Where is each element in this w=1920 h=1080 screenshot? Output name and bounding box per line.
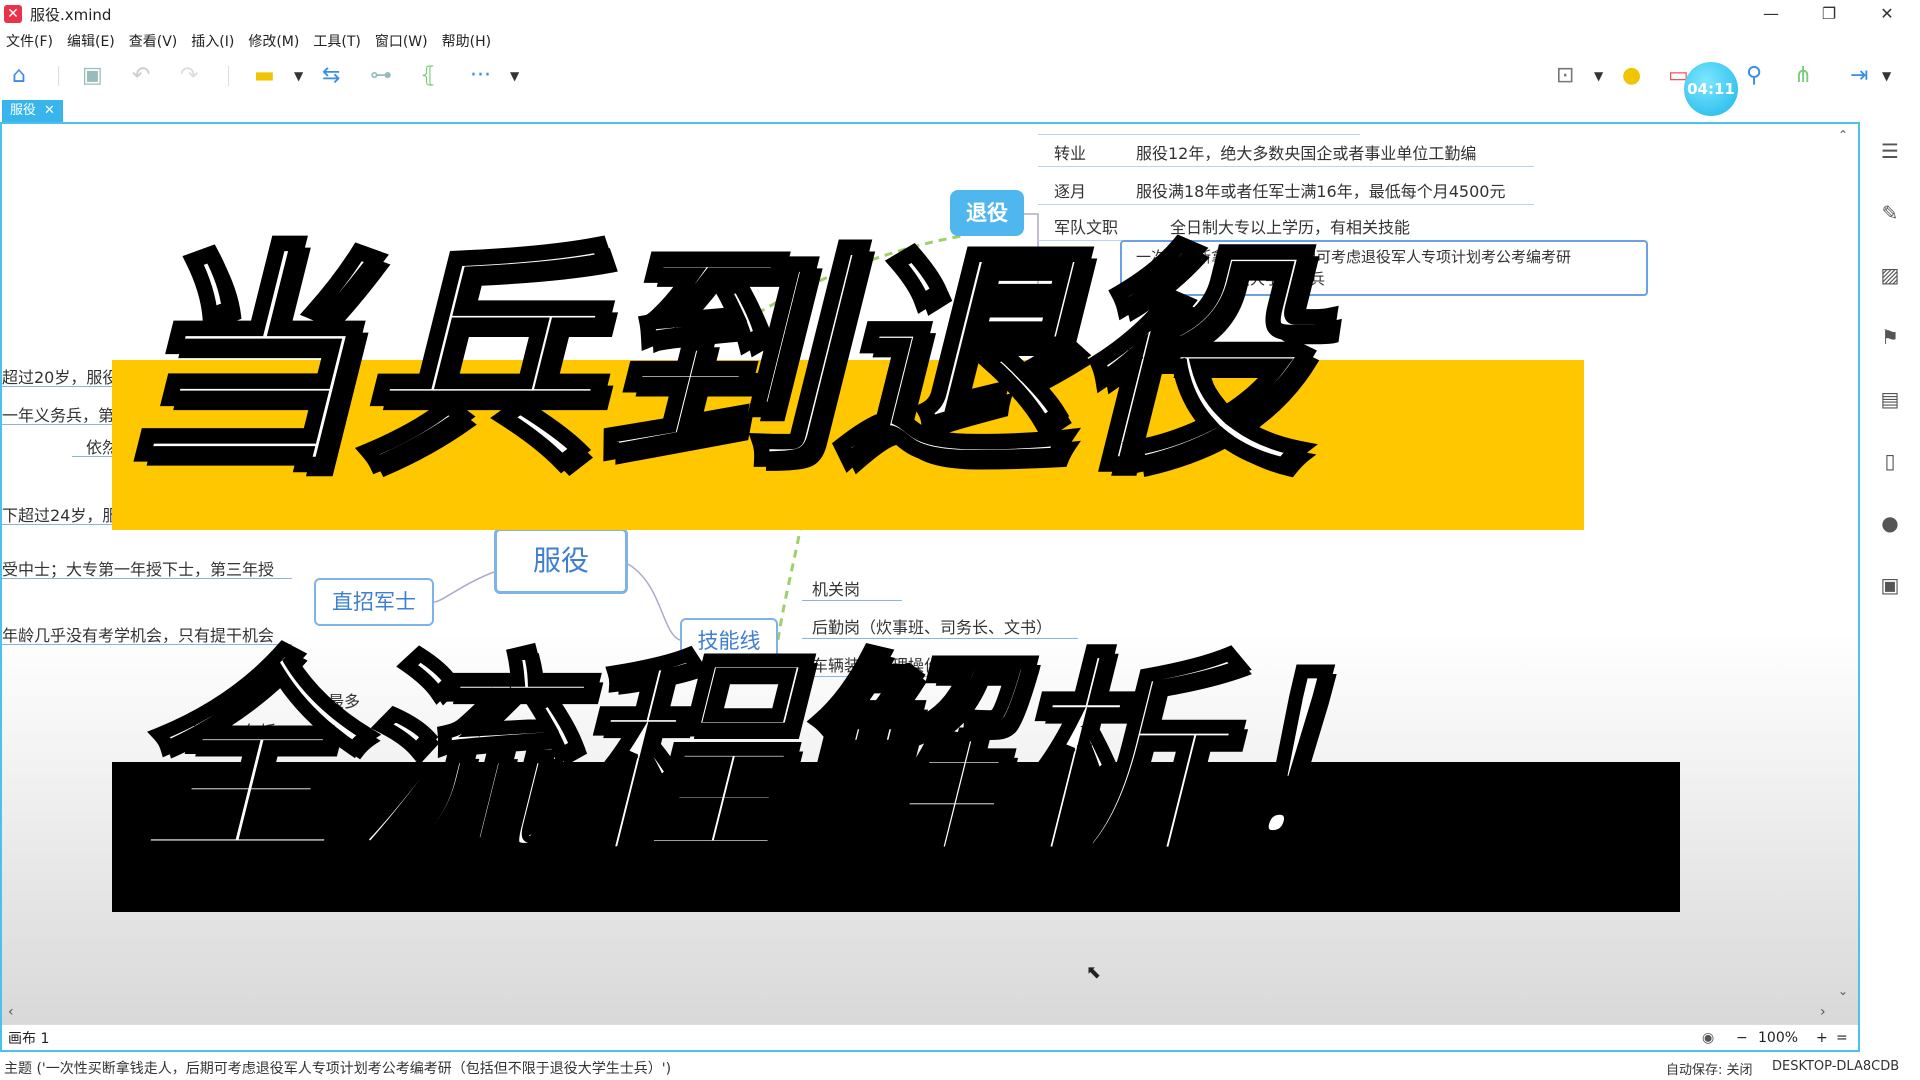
xmind-logo-icon: ✕ (4, 5, 22, 23)
eye-icon[interactable]: ◉ (1702, 1030, 1714, 1046)
outline-icon[interactable]: ☰ (1878, 140, 1902, 162)
menu-edit[interactable]: 编辑(E) (67, 31, 115, 51)
zoom-in-button[interactable]: + (1816, 1030, 1828, 1046)
chevron-down-icon[interactable]: ▼ (1594, 64, 1603, 88)
menu-modify[interactable]: 修改(M) (248, 31, 299, 51)
minimize-button[interactable]: — (1742, 0, 1800, 28)
topic-zhuyue-detail[interactable]: 服役满18年或者任军士满16年，最低每个月4500元 (1136, 178, 1505, 202)
export-icon[interactable]: ⇥ (1850, 64, 1868, 88)
save-icon[interactable]: ▣ (82, 64, 103, 88)
toolbar-divider (58, 66, 59, 86)
status-bar: 主题 ('一次性买断拿钱走人，后期可考虑退役军人专项计划考公考编考研（包括但不限… (0, 1054, 1920, 1080)
canvas-footer: 画布 1 ◉ − 100% + = (2, 1024, 1858, 1050)
presentation-icon[interactable]: ⊡ (1556, 64, 1574, 88)
marker-flag-icon[interactable]: ⚑ (1878, 326, 1902, 348)
scroll-up-icon[interactable]: ⌃ (1838, 128, 1848, 142)
menu-window[interactable]: 窗口(W) (375, 31, 428, 51)
restore-button[interactable]: ❐ (1800, 0, 1858, 28)
boundary-icon[interactable]: ⦃ (420, 64, 436, 88)
mouse-cursor-icon: ⬉ (1086, 962, 1102, 983)
headline-subtitle: 全流程解析！ (124, 632, 1441, 888)
close-button[interactable]: ✕ (1858, 0, 1916, 28)
relationship-icon[interactable]: ⇆ (322, 64, 340, 88)
chevron-down-icon[interactable]: ▼ (1882, 64, 1891, 88)
scroll-right-icon[interactable]: › (1820, 1004, 1826, 1020)
menu-insert[interactable]: 插入(I) (191, 31, 234, 51)
topic-zhizhao-junshi[interactable]: 直招军士 (314, 578, 434, 626)
tab-label: 服役 (10, 103, 37, 118)
undo-icon[interactable]: ↶ (132, 64, 150, 88)
tab-close-icon[interactable]: ✕ (44, 100, 55, 122)
tab-fuyi[interactable]: 服役 ✕ (2, 100, 63, 122)
topic-style-icon[interactable]: ▬ (254, 64, 275, 88)
lightbulb-icon[interactable]: ● (1622, 64, 1641, 88)
status-text: 主题 ('一次性买断拿钱走人，后期可考虑退役军人专项计划考公考编考研（包括但不限… (4, 1061, 672, 1077)
zoom-level: 100% (1758, 1029, 1799, 1046)
notes-icon[interactable]: ▯ (1878, 450, 1902, 472)
window-title: 服役.xmind (30, 5, 112, 24)
menu-bar: 文件(F) 编辑(E) 查看(V) 插入(I) 修改(M) 工具(T) 窗口(W… (0, 28, 1920, 54)
zoom-out-button[interactable]: − (1736, 1030, 1748, 1046)
scroll-left-icon[interactable]: ‹ (8, 1004, 14, 1020)
fit-button[interactable]: = (1836, 1030, 1848, 1046)
headline-title: 当兵到退役 (114, 222, 1314, 502)
topic-fragment[interactable]: 超过20岁，服役 (2, 364, 118, 388)
more-icon[interactable]: ··· (470, 64, 491, 88)
topic-zhuanye-detail[interactable]: 服役12年，绝大多数央国企或者事业单位工勤编 (1136, 140, 1476, 164)
chevron-down-icon[interactable]: ▼ (510, 64, 519, 88)
tab-strip: 服役 ✕ (0, 100, 1860, 122)
topic-zhuyue[interactable]: 逐月 (1054, 178, 1086, 202)
menu-file[interactable]: 文件(F) (6, 31, 53, 51)
scroll-down-icon[interactable]: ⌄ (1838, 984, 1848, 998)
search-icon[interactable]: ⚲ (1746, 64, 1762, 88)
home-icon[interactable]: ⌂ (12, 64, 26, 88)
share-icon[interactable]: ⋔ (1794, 64, 1812, 88)
menu-view[interactable]: 查看(V) (129, 31, 178, 51)
topic-fragment[interactable]: 受中士；大专第一年授下士，第三年授 (2, 556, 274, 580)
text-style-icon[interactable]: ▤ (1878, 388, 1902, 410)
redo-icon[interactable]: ↷ (180, 64, 198, 88)
menu-tools[interactable]: 工具(T) (313, 31, 360, 51)
topic-jiguangang[interactable]: 机关岗 (812, 576, 860, 600)
image-icon[interactable]: ▨ (1878, 264, 1902, 286)
central-topic[interactable]: 服役 (494, 528, 628, 594)
topic-zhuanye[interactable]: 转业 (1054, 140, 1086, 164)
chevron-down-icon[interactable]: ▼ (294, 64, 303, 88)
host-name: DESKTOP-DLA8CDB (1772, 1059, 1900, 1074)
title-bar: ✕ 服役.xmind (0, 0, 1920, 28)
sheet-tab[interactable]: 画布 1 (8, 1028, 49, 1048)
topic-fragment[interactable]: 一年义务兵，第 (2, 402, 114, 426)
task-clipboard-icon[interactable]: ▣ (1878, 574, 1902, 596)
format-brush-icon[interactable]: ✎ (1878, 202, 1902, 224)
topic-fragment[interactable]: 下超过24岁，服 (2, 502, 118, 526)
toolbar-divider (228, 66, 229, 86)
menu-help[interactable]: 帮助(H) (442, 31, 491, 51)
comment-icon[interactable]: ● (1878, 512, 1902, 534)
autosave-status[interactable]: 自动保存: 关闭 (1666, 1059, 1753, 1078)
subtopic-icon[interactable]: ⊶ (370, 64, 392, 88)
